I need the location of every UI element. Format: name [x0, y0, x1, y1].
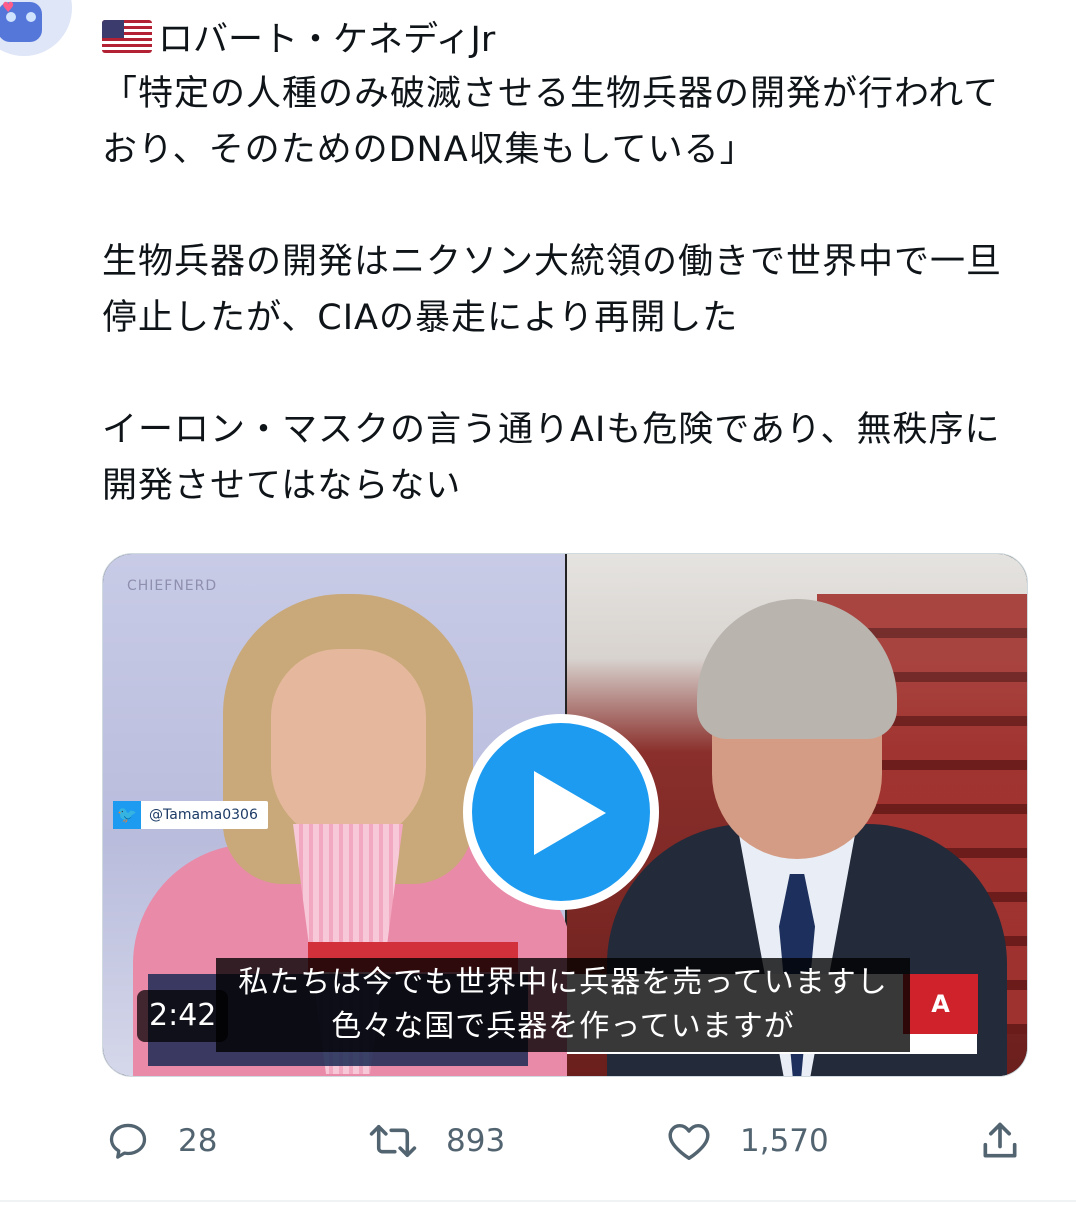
- us-flag-icon: [102, 19, 152, 53]
- video-watermark: CHIEFNERD: [127, 578, 218, 594]
- news-logo-icon: A: [903, 974, 978, 1034]
- author-row: ロバート・ケネディJr: [102, 10, 1032, 62]
- avatar-eye-right: [26, 12, 36, 22]
- reply-icon: [109, 1123, 147, 1159]
- reply-count: 28: [178, 1123, 218, 1159]
- retweet-icon: [369, 1124, 417, 1158]
- share-button[interactable]: [978, 1113, 1050, 1169]
- retweet-count: 893: [446, 1123, 506, 1159]
- video-duration: 2:42: [137, 990, 229, 1042]
- like-count: 1,570: [740, 1123, 829, 1159]
- retweet-button[interactable]: 893: [368, 1113, 505, 1169]
- like-button[interactable]: 1,570: [666, 1113, 829, 1169]
- handle-text: @Tamama0306: [149, 807, 258, 823]
- author-name[interactable]: ロバート・ケネディJr: [158, 11, 495, 62]
- share-icon: [983, 1122, 1017, 1158]
- heart-icon: ♥: [2, 0, 15, 16]
- tweet-paragraph: 生物兵器の開発はニクソン大統領の働きで世界中で一旦停止したが、CIAの暴走により…: [102, 242, 1003, 338]
- twitter-bird-icon: 🐦: [113, 801, 141, 829]
- play-icon: [472, 723, 650, 901]
- tweet-actions: 28 893 1,570: [102, 1113, 1026, 1169]
- handle-badge: 🐦 @Tamama0306: [113, 801, 268, 829]
- tweet-paragraph: 「特定の人種のみ破滅させる生物兵器の開発が行われており、そのためのDNA収集もし…: [102, 74, 1000, 170]
- divider: [0, 1200, 1076, 1202]
- heart-icon: [668, 1123, 710, 1160]
- woman-face: [271, 649, 426, 844]
- video-player[interactable]: CHIEFNERD 🐦 @Tamama0306 A 私たちは今でも世界中に兵器を…: [102, 553, 1028, 1077]
- video-subtitle: 私たちは今でも世界中に兵器を売っていますし 色々な国で兵器を作っていますが: [216, 958, 910, 1052]
- avatar[interactable]: ♥: [0, 0, 72, 56]
- subtitle-line-2: 色々な国で兵器を作っていますが: [331, 1009, 795, 1044]
- play-button[interactable]: [463, 714, 659, 910]
- reply-button[interactable]: 28: [106, 1113, 217, 1169]
- subtitle-line-1: 私たちは今でも世界中に兵器を売っていますし: [238, 965, 888, 1000]
- tweet-text: 「特定の人種のみ破滅させる生物兵器の開発が行われており、そのためのDNA収集もし…: [102, 66, 1032, 514]
- tweet-paragraph: イーロン・マスクの言う通りAIも危険であり、無秩序に開発させてはならない: [102, 410, 1001, 506]
- tweet-content: ロバート・ケネディJr 「特定の人種のみ破滅させる生物兵器の開発が行われており、…: [102, 10, 1032, 514]
